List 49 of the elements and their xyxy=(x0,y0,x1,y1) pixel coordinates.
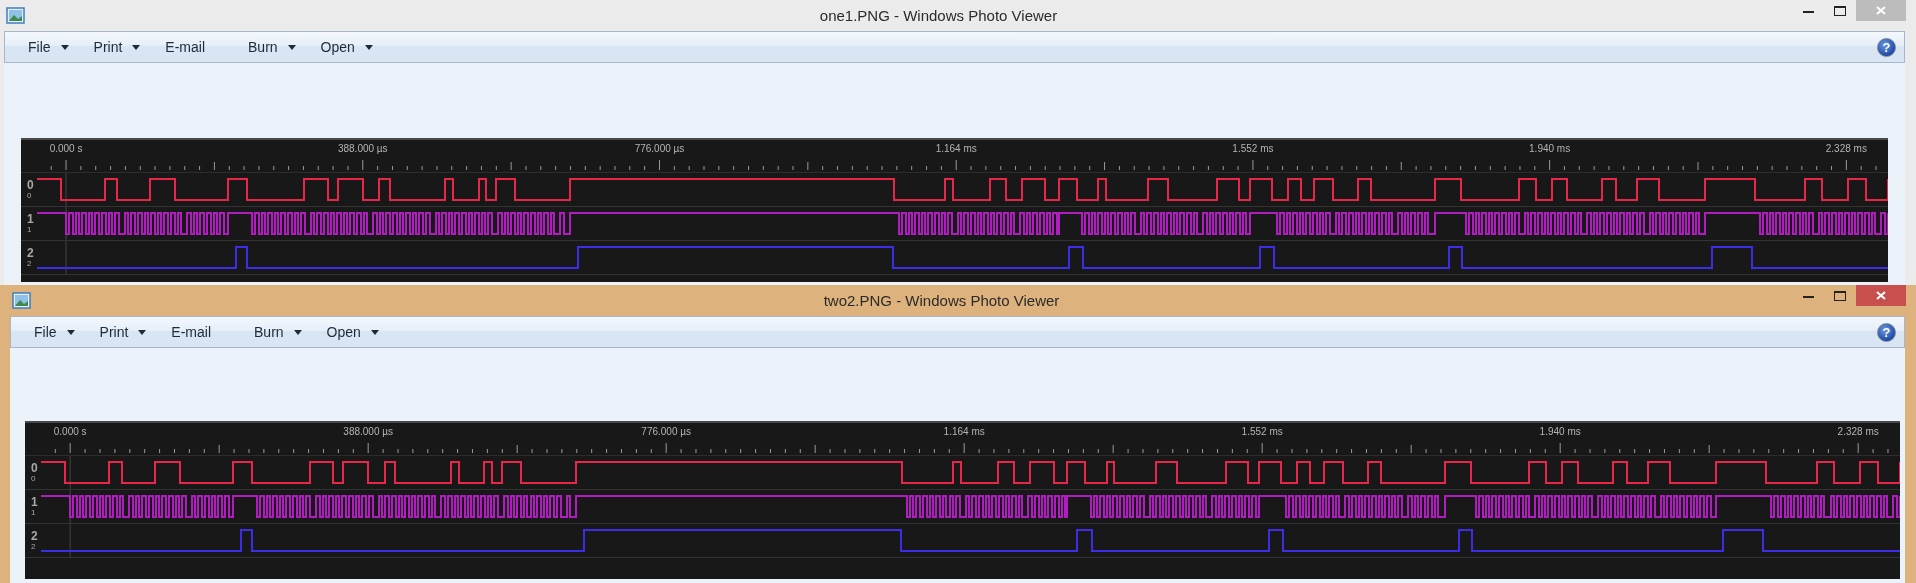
time-label: 1.164 ms xyxy=(943,426,985,437)
menu-button[interactable]: E-mail xyxy=(158,320,238,344)
menu-button[interactable]: File xyxy=(21,320,83,344)
minimize-icon xyxy=(1802,294,1814,298)
channel-index: 0 xyxy=(31,475,36,483)
menu-button[interactable]: Open xyxy=(307,35,381,59)
channel-number: 2 xyxy=(27,247,34,259)
photo-icon xyxy=(6,7,25,24)
help-button[interactable]: ? xyxy=(1877,322,1896,342)
maximize-icon xyxy=(1834,291,1846,301)
time-label: 776.000 µs xyxy=(634,143,685,154)
time-label: 388.000 µs xyxy=(343,426,393,437)
time-label: 776.000 µs xyxy=(641,426,691,437)
maximize-icon xyxy=(1834,6,1846,16)
menu-button[interactable]: E-mail xyxy=(152,35,232,59)
minimize-icon xyxy=(1802,9,1814,13)
channel-index: 1 xyxy=(27,226,32,234)
time-label: 0.000 s xyxy=(53,426,87,437)
channel-number: 0 xyxy=(31,462,38,474)
help-button[interactable]: ? xyxy=(1877,37,1896,57)
time-label: 1.164 ms xyxy=(935,143,977,154)
menu-button[interactable]: Print xyxy=(80,35,149,59)
time-label: 1.940 ms xyxy=(1529,143,1571,154)
time-label: 1.940 ms xyxy=(1539,426,1581,437)
menu-button[interactable]: Burn xyxy=(235,35,304,59)
channel-index: 2 xyxy=(27,260,32,268)
time-label: 388.000 µs xyxy=(337,143,388,154)
time-label: 0.000 s xyxy=(49,143,83,154)
menu-button[interactable]: Print xyxy=(86,320,155,344)
window-title: one1.PNG - Windows Photo Viewer xyxy=(818,7,1059,24)
window-title: two2.PNG - Windows Photo Viewer xyxy=(822,292,1061,309)
time-label: 2.328 ms xyxy=(1837,426,1879,437)
photo-icon xyxy=(12,292,31,309)
channel-index: 1 xyxy=(31,509,36,517)
menu-button[interactable]: File xyxy=(15,35,77,59)
close-icon xyxy=(1876,6,1886,15)
time-label: 2.328 ms xyxy=(1825,143,1867,154)
menu-button[interactable]: Open xyxy=(313,320,387,344)
close-icon xyxy=(1876,291,1886,300)
channel-number: 1 xyxy=(27,213,34,225)
channel-number: 0 xyxy=(27,179,34,191)
close-button[interactable] xyxy=(1856,285,1906,306)
time-label: 1.552 ms xyxy=(1232,143,1274,154)
channel-number: 1 xyxy=(31,496,38,508)
time-label: 1.552 ms xyxy=(1241,426,1283,437)
menu-button[interactable]: Burn xyxy=(241,320,310,344)
channel-index: 0 xyxy=(27,192,32,200)
channel-index: 2 xyxy=(31,543,36,551)
channel-number: 2 xyxy=(31,530,38,542)
